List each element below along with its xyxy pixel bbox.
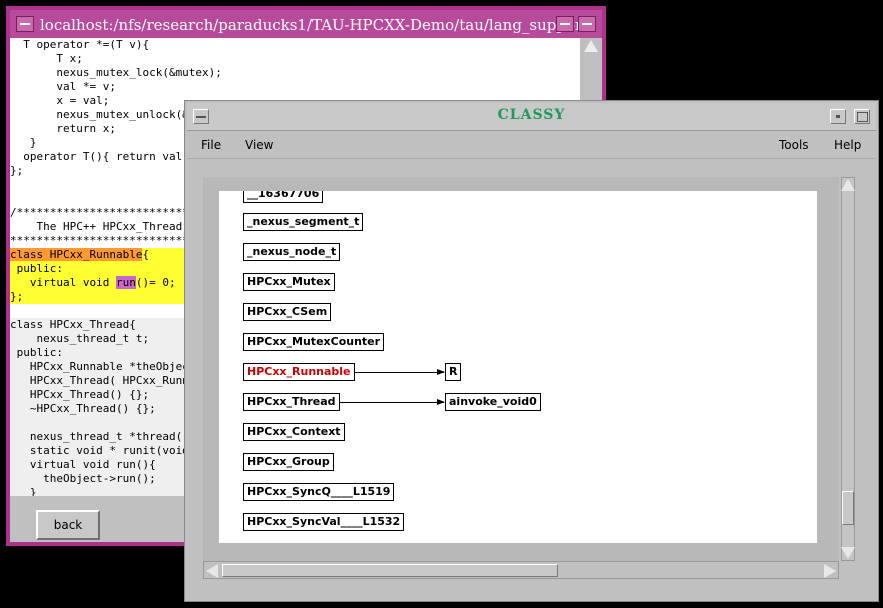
maximize-icon — [857, 112, 868, 122]
classy-menubar: File View Tools Help — [187, 132, 876, 159]
class-node[interactable]: HPCxx_CSem — [243, 303, 332, 321]
class-graph-frame: __16367706 _nexus_segment_t _nexus_node_t… — [203, 177, 857, 561]
class-node[interactable]: HPCxx_MutexCounter — [243, 333, 385, 351]
code-line: nexus_mutex_lock(&mutex); — [10, 66, 222, 79]
code-line: T operator *=(T v){ — [10, 38, 150, 51]
maximize-button[interactable] — [578, 16, 596, 32]
minimize-icon — [560, 23, 570, 25]
scroll-up-icon[interactable] — [841, 179, 855, 191]
selected-class-name: class HPCxx_Runnable — [10, 248, 143, 261]
window-menu-button[interactable] — [16, 16, 34, 32]
scroll-down-icon[interactable] — [841, 547, 855, 559]
class-node[interactable]: HPCxx_Thread — [243, 393, 340, 411]
classy-title: CLASSY — [497, 107, 566, 123]
classy-minimize-button[interactable] — [830, 109, 846, 124]
menu-help[interactable]: Help — [834, 138, 861, 152]
highlighted-method: run — [115, 276, 136, 289]
minimize-button[interactable] — [556, 16, 574, 32]
minus-icon — [20, 23, 30, 25]
classy-maximize-button[interactable] — [854, 109, 870, 124]
graph-vertical-scrollbar[interactable] — [839, 177, 857, 561]
maximize-icon — [582, 23, 592, 25]
scroll-right-icon[interactable] — [824, 564, 836, 578]
class-node[interactable]: HPCxx_Context — [243, 423, 345, 441]
class-node[interactable]: _nexus_node_t — [243, 243, 341, 261]
menu-tools[interactable]: Tools — [779, 138, 809, 152]
vertical-scroll-thumb[interactable] — [842, 491, 854, 525]
classy-window: CLASSY File View Tools Help __16367706 _… — [184, 100, 879, 602]
menu-view[interactable]: View — [245, 138, 273, 152]
code-line: val *= v; — [10, 80, 116, 93]
classy-titlebar[interactable]: CLASSY — [187, 103, 876, 131]
horizontal-scroll-thumb[interactable] — [222, 564, 558, 577]
relation-arrow — [355, 369, 445, 375]
class-node[interactable]: HPCxx_SyncVal____L1532 — [243, 513, 405, 531]
scroll-left-icon[interactable] — [206, 564, 218, 578]
class-node[interactable]: HPCxx_Runnable — [243, 363, 355, 381]
relation-arrow — [340, 399, 445, 405]
menu-file[interactable]: File — [201, 138, 221, 152]
class-node[interactable]: _nexus_segment_t — [243, 213, 364, 231]
back-button[interactable]: back — [36, 510, 100, 540]
source-window-titlebar[interactable]: localhost:/nfs/research/paraducks1/TAU-H… — [10, 10, 602, 38]
class-node[interactable]: HPCxx_SyncQ____L1519 — [243, 483, 395, 501]
class-node[interactable]: HPCxx_Mutex — [243, 273, 335, 291]
minimize-icon — [836, 115, 840, 118]
class-node[interactable]: HPCxx_Group — [243, 453, 334, 471]
code-line: T x; — [10, 52, 83, 65]
relation-target-node[interactable]: ainvoke_void0 — [445, 393, 541, 411]
graph-horizontal-scrollbar[interactable] — [203, 561, 839, 579]
relation-target-node[interactable]: R — [445, 363, 462, 381]
class-graph-canvas[interactable]: __16367706 _nexus_segment_t _nexus_node_t… — [219, 191, 817, 543]
scroll-up-icon[interactable] — [584, 40, 598, 52]
source-window-title: localhost:/nfs/research/paraducks1/TAU-H… — [40, 16, 594, 34]
class-node-partial[interactable]: __16367706 — [243, 191, 324, 203]
